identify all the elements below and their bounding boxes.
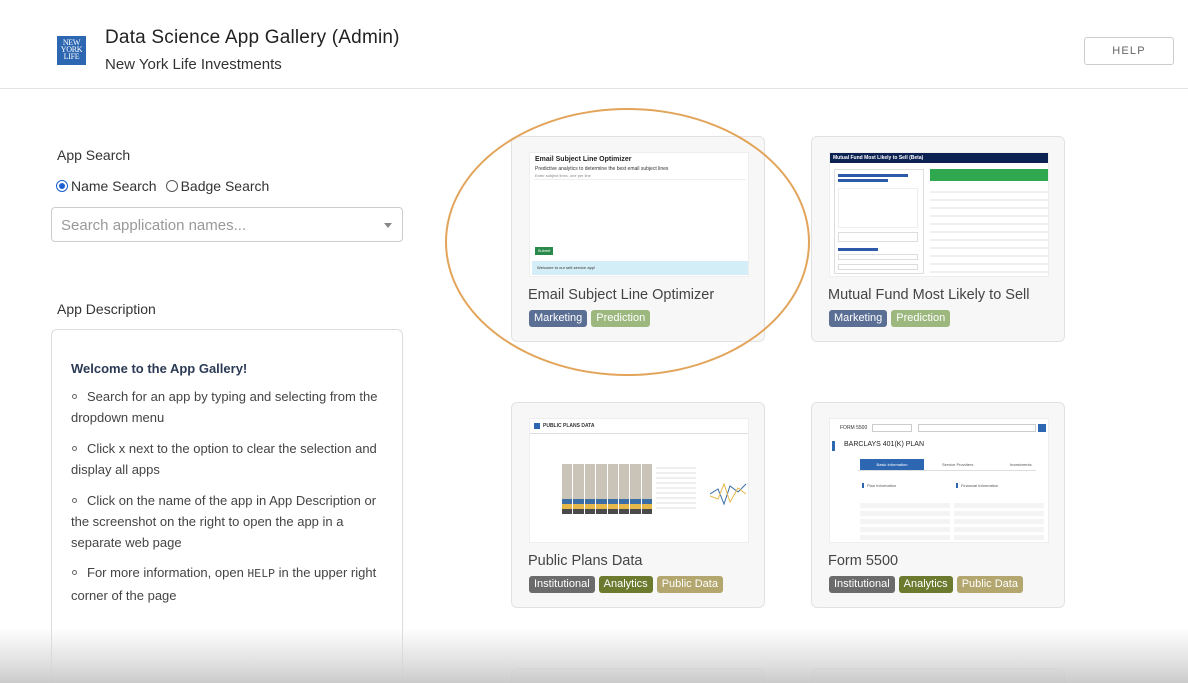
app-card-partial[interactable] bbox=[811, 668, 1065, 683]
app-card-email-subject-line-optimizer[interactable]: Email Subject Line Optimizer Predictive … bbox=[511, 136, 765, 342]
badge-list: Marketing Prediction bbox=[529, 310, 651, 327]
thumb-heading: PUBLIC PLANS DATA bbox=[543, 423, 595, 429]
badge-list: Institutional Analytics Public Data bbox=[829, 576, 1023, 593]
app-search-heading: App Search bbox=[57, 147, 131, 163]
app-description-heading: App Description bbox=[57, 301, 156, 317]
thumb-notice: Welcome to our self-service app! bbox=[532, 261, 748, 275]
badge-public-data: Public Data bbox=[956, 576, 1023, 593]
name-search-label[interactable]: Name Search bbox=[71, 178, 157, 194]
thumb-hint: Enter subject lines, one per line bbox=[535, 173, 591, 178]
badge-marketing: Marketing bbox=[829, 310, 888, 327]
thumb-tab-investments: Investments bbox=[1010, 462, 1032, 467]
help-keyword: HELP bbox=[247, 568, 276, 581]
badge-analytics: Analytics bbox=[898, 576, 953, 593]
badge-search-radio[interactable] bbox=[165, 180, 178, 192]
badge-institutional: Institutional bbox=[529, 576, 595, 593]
app-title-link[interactable]: Form 5500 bbox=[828, 553, 898, 569]
search-mode-radio-group: Name Search Badge Search bbox=[56, 178, 278, 194]
app-card-partial[interactable] bbox=[511, 668, 765, 683]
thumb-left-panel bbox=[834, 169, 924, 274]
app-description-panel: Welcome to the App Gallery! Search for a… bbox=[51, 329, 403, 683]
welcome-title: Welcome to the App Gallery! bbox=[71, 361, 248, 376]
new-york-life-logo: NEW YORK LIFE bbox=[57, 36, 86, 65]
thumb-textarea bbox=[534, 179, 746, 241]
app-title: Data Science App Gallery (Admin) bbox=[105, 27, 400, 48]
app-header: NEW YORK LIFE Data Science App Gallery (Ad… bbox=[0, 0, 1188, 89]
instruction-item: Click on the name of the app in App Desc… bbox=[71, 493, 377, 550]
thumb-stacked-bar-chart bbox=[562, 464, 652, 514]
thumb-result-bar bbox=[930, 169, 1048, 181]
thumb-submit-button: Submit bbox=[535, 247, 553, 255]
app-screenshot[interactable]: PUBLIC PLANS DATA bbox=[529, 418, 749, 543]
thumb-subheading: Predictive analytics to determine the be… bbox=[535, 166, 669, 172]
instruction-item: For more information, open HELP in the u… bbox=[71, 565, 377, 603]
app-screenshot[interactable]: Email Subject Line Optimizer Predictive … bbox=[529, 152, 749, 277]
thumb-heading: Email Subject Line Optimizer bbox=[535, 156, 632, 163]
app-screenshot[interactable]: FORM 5500 BARCLAYS 401(K) PLAN Basic Inf… bbox=[829, 418, 1049, 543]
app-screenshot[interactable]: Mutual Fund Most Likely to Sell (Beta) bbox=[829, 152, 1049, 277]
badge-list: Marketing Prediction bbox=[829, 310, 951, 327]
thumb-logo bbox=[534, 423, 540, 429]
thumb-line-chart bbox=[710, 482, 747, 506]
thumb-section-plan-information: Plan Information bbox=[862, 483, 896, 488]
app-card-public-plans-data[interactable]: PUBLIC PLANS DATA Public Plans Data Inst… bbox=[511, 402, 765, 608]
bullet-icon bbox=[72, 446, 77, 452]
badge-analytics: Analytics bbox=[598, 576, 653, 593]
thumb-heading: Mutual Fund Most Likely to Sell (Beta) bbox=[830, 153, 1048, 163]
app-card-mutual-fund-most-likely-to-sell[interactable]: Mutual Fund Most Likely to Sell (Beta) M… bbox=[811, 136, 1065, 342]
app-title-link[interactable]: Email Subject Line Optimizer bbox=[528, 287, 714, 303]
instruction-item: Search for an app by typing and selectin… bbox=[71, 389, 378, 425]
bullet-icon bbox=[72, 394, 77, 400]
badge-prediction: Prediction bbox=[591, 310, 651, 327]
app-search-dropdown[interactable] bbox=[51, 207, 403, 242]
badge-public-data: Public Data bbox=[656, 576, 723, 593]
instruction-item: Click x next to the option to clear the … bbox=[71, 441, 377, 477]
badge-marketing: Marketing bbox=[529, 310, 588, 327]
search-icon bbox=[1038, 424, 1046, 432]
name-search-radio[interactable] bbox=[56, 180, 68, 192]
badge-list: Institutional Analytics Public Data bbox=[529, 576, 723, 593]
bullet-icon bbox=[72, 498, 77, 504]
badge-prediction: Prediction bbox=[891, 310, 951, 327]
thumb-tab-service-providers: Service Providers bbox=[942, 462, 974, 467]
help-button[interactable]: HELP bbox=[1084, 37, 1174, 65]
badge-search-label[interactable]: Badge Search bbox=[181, 178, 270, 194]
thumb-result-table bbox=[930, 185, 1048, 273]
app-card-form-5500[interactable]: FORM 5500 BARCLAYS 401(K) PLAN Basic Inf… bbox=[811, 402, 1065, 608]
chevron-down-icon[interactable] bbox=[384, 223, 392, 228]
search-input[interactable] bbox=[61, 214, 361, 236]
badge-institutional: Institutional bbox=[829, 576, 895, 593]
app-title-link[interactable]: Public Plans Data bbox=[528, 553, 642, 569]
app-subtitle: New York Life Investments bbox=[105, 56, 282, 73]
thumb-legend bbox=[656, 464, 696, 509]
bullet-icon bbox=[72, 570, 77, 576]
thumb-section-financial-information: Financial Information bbox=[956, 483, 998, 488]
app-title-link[interactable]: Mutual Fund Most Likely to Sell bbox=[828, 287, 1029, 303]
thumb-heading: FORM 5500 bbox=[840, 425, 868, 431]
thumb-plan-name: BARCLAYS 401(K) PLAN bbox=[844, 441, 925, 448]
thumb-tab-basic-information: Basic Information bbox=[860, 459, 924, 470]
